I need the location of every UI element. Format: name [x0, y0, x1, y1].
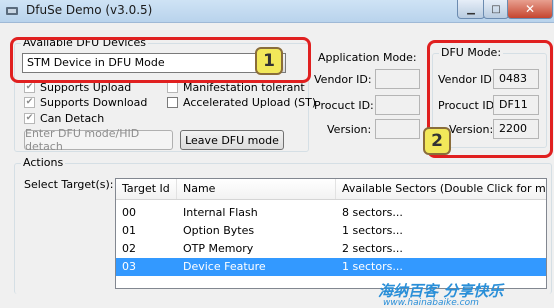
dfu-vendor-id-label: Vendor ID: — [438, 73, 496, 86]
dfu-product-id-field: DF11 — [493, 95, 539, 115]
application-mode-legend: Application Mode: — [318, 51, 417, 64]
close-button[interactable]: ✕ — [507, 0, 553, 19]
accelerated-upload-label: Accelerated Upload (ST) — [183, 96, 317, 109]
dfu-version-field: 2200 — [493, 119, 539, 139]
target-name-cell: Device Feature — [183, 260, 266, 273]
accelerated-upload-checkbox[interactable]: Accelerated Upload (ST) — [167, 96, 316, 109]
minimize-button[interactable]: ▁ — [457, 0, 485, 19]
unchecked-box-icon — [167, 97, 178, 108]
table-row[interactable]: 01 Option Bytes 1 sectors... — [116, 222, 546, 240]
maximize-icon: □ — [491, 3, 501, 15]
app-version-label: Version: — [327, 123, 372, 136]
target-sectors-cell: 1 sectors... — [342, 260, 403, 273]
dfu-version-label: Version: — [449, 123, 494, 136]
app-product-id-field — [375, 95, 420, 115]
leave-dfu-mode-button[interactable]: Leave DFU mode — [180, 130, 284, 150]
watermark-url: www.hainabaike.com — [383, 298, 479, 308]
select-targets-label: Select Target(s): — [24, 178, 114, 191]
check-icon: ✔ — [24, 82, 35, 93]
target-sectors-cell: 8 sectors... — [342, 206, 403, 219]
supports-download-label: Supports Download — [40, 96, 148, 109]
supports-download-checkbox[interactable]: ✔ Supports Download — [24, 96, 147, 109]
window-title: DfuSe Demo (v3.0.5) — [26, 3, 153, 17]
target-name-cell: OTP Memory — [183, 242, 254, 255]
actions-legend: Actions — [21, 156, 66, 169]
annotation-badge-1: 1 — [255, 47, 283, 75]
target-sectors-cell: 1 sectors... — [342, 224, 403, 237]
can-detach-label: Can Detach — [40, 112, 105, 125]
manifestation-tolerant-checkbox[interactable]: Manifestation tolerant — [167, 81, 305, 94]
table-row-selected[interactable]: 03 Device Feature 1 sectors... — [116, 258, 546, 276]
app-product-id-label: Procuct ID: — [314, 99, 374, 112]
dfu-mode-legend: DFU Mode: — [439, 46, 504, 59]
supports-upload-checkbox[interactable]: ✔ Supports Upload — [24, 81, 131, 94]
column-header-name[interactable]: Name — [177, 179, 336, 199]
app-vendor-id-label: Vendor ID: — [314, 73, 372, 86]
minimize-icon: ▁ — [467, 3, 475, 15]
enter-dfu-mode-button[interactable]: Enter DFU mode/HID detach — [24, 127, 173, 153]
targets-list-header: Target Id Name Available Sectors (Double… — [116, 179, 546, 200]
target-id-cell: 02 — [122, 242, 136, 255]
dfu-device-select[interactable]: STM Device in DFU Mode ▼ — [22, 53, 286, 73]
annotation-badge-2: 2 — [423, 127, 451, 155]
close-icon: ✕ — [524, 2, 536, 16]
can-detach-checkbox[interactable]: ✔ Can Detach — [24, 112, 104, 125]
app-vendor-id-field — [375, 69, 420, 89]
target-id-cell: 03 — [122, 260, 136, 273]
table-row[interactable]: 00 Internal Flash 8 sectors... — [116, 204, 546, 222]
target-name-cell: Internal Flash — [183, 206, 258, 219]
target-id-cell: 01 — [122, 224, 136, 237]
target-name-cell: Option Bytes — [183, 224, 255, 237]
maximize-button[interactable]: □ — [483, 0, 509, 19]
app-icon — [5, 4, 19, 18]
column-header-target-id[interactable]: Target Id — [116, 179, 177, 199]
app-version-field — [375, 119, 420, 139]
dfu-devices-legend: Available DFU Devices — [21, 36, 148, 49]
targets-list[interactable]: Target Id Name Available Sectors (Double… — [115, 178, 547, 289]
dfu-vendor-id-field: 0483 — [493, 69, 539, 89]
check-icon: ✔ — [24, 113, 35, 124]
column-header-sectors[interactable]: Available Sectors (Double Click for more… — [336, 179, 546, 199]
target-sectors-cell: 2 sectors... — [342, 242, 403, 255]
target-id-cell: 00 — [122, 206, 136, 219]
dfu-product-id-label: Procuct ID: — [438, 99, 498, 112]
title-bar[interactable]: DfuSe Demo (v3.0.5) ▁ □ ✕ — [0, 0, 554, 23]
check-icon: ✔ — [24, 97, 35, 108]
table-row[interactable]: 02 OTP Memory 2 sectors... — [116, 240, 546, 258]
supports-upload-label: Supports Upload — [40, 81, 132, 94]
dfu-device-selected-value: STM Device in DFU Mode — [27, 56, 165, 69]
main-window-client: Available DFU Devices STM Device in DFU … — [0, 23, 554, 308]
manifestation-tolerant-label: Manifestation tolerant — [183, 81, 305, 94]
unchecked-box-icon — [167, 82, 178, 93]
